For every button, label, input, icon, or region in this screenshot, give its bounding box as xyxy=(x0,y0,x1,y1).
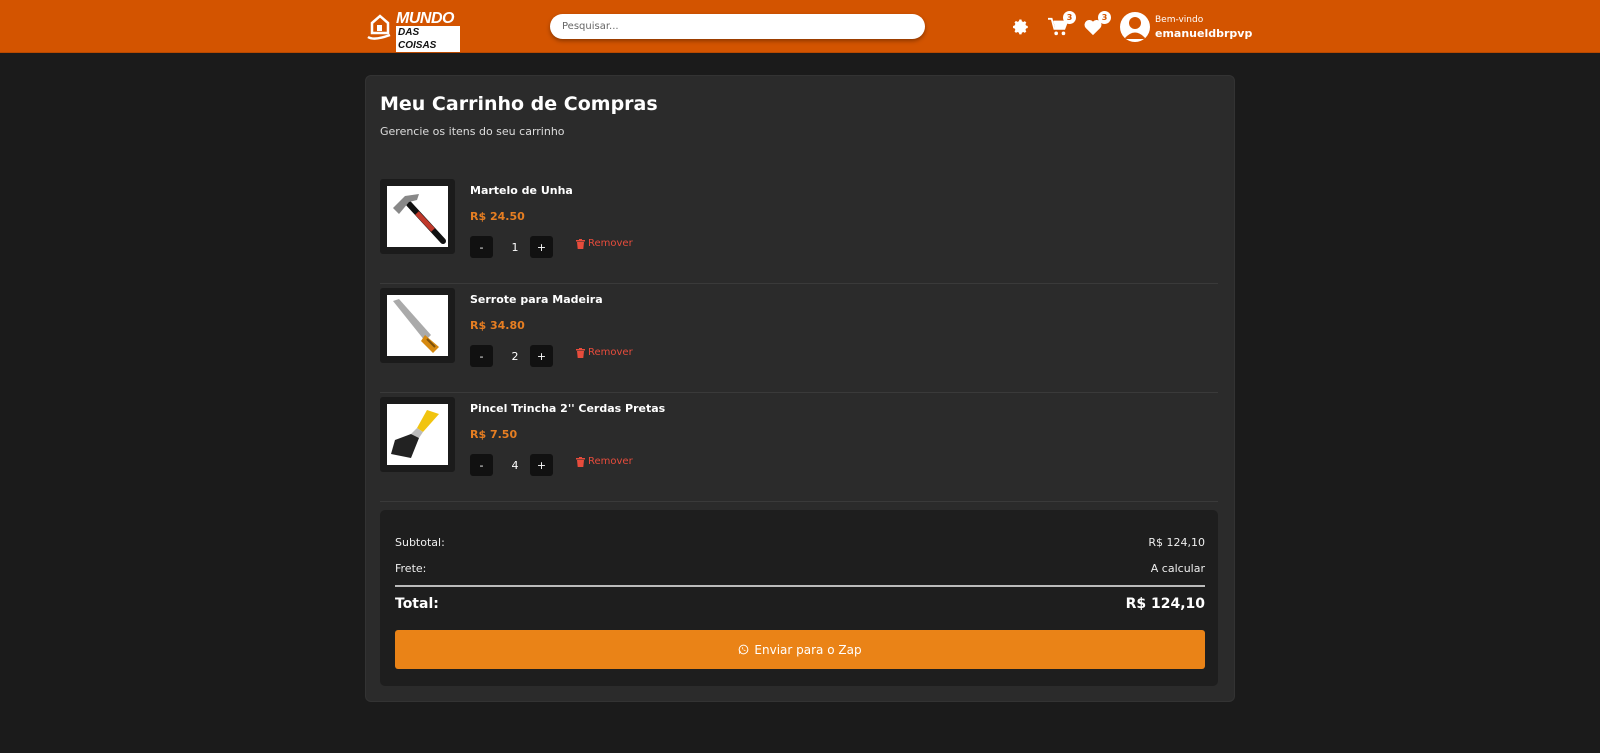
favorites-count-badge: 3 xyxy=(1098,11,1111,24)
cart-item: Serrote para Madeira R$ 34.80 - 2 + Remo… xyxy=(380,284,1218,393)
trash-icon xyxy=(576,347,585,358)
shipping-row: Frete: A calcular xyxy=(395,562,1205,575)
subtotal-row: Subtotal: R$ 124,10 xyxy=(395,536,1205,549)
product-name: Pincel Trincha 2'' Cerdas Pretas xyxy=(470,402,666,415)
heart-icon[interactable]: 3 xyxy=(1081,11,1111,39)
product-price: R$ 24.50 xyxy=(470,210,525,223)
product-thumbnail[interactable] xyxy=(380,397,455,472)
total-row: Total: R$ 124,10 xyxy=(395,596,1205,612)
increase-qty-button[interactable]: + xyxy=(530,345,553,367)
hammer-image xyxy=(393,194,446,244)
username: emanueldbrpvp xyxy=(1155,27,1253,40)
logo-line2: DAS COISAS xyxy=(396,26,460,52)
total-value: R$ 124,10 xyxy=(1125,596,1205,612)
avatar[interactable] xyxy=(1120,12,1150,42)
search-input[interactable] xyxy=(550,14,925,39)
welcome-text: Bem-vindo xyxy=(1155,15,1204,25)
brush-image xyxy=(391,410,439,458)
trash-icon xyxy=(576,238,585,249)
decrease-qty-button[interactable]: - xyxy=(470,454,493,476)
shipping-label: Frete: xyxy=(395,562,427,575)
quantity-value: 2 xyxy=(511,349,519,363)
quantity-value: 4 xyxy=(511,458,519,472)
site-logo[interactable]: MUNDO DAS COISAS xyxy=(364,10,460,52)
increase-qty-button[interactable]: + xyxy=(530,236,553,258)
logo-line1: MUNDO xyxy=(396,10,454,27)
summary-divider xyxy=(395,585,1205,587)
send-button-label: Enviar para o Zap xyxy=(754,642,862,657)
quantity-value: 1 xyxy=(511,240,519,254)
shipping-value: A calcular xyxy=(1150,562,1205,575)
gear-icon[interactable] xyxy=(1009,15,1033,39)
product-name: Martelo de Unha xyxy=(470,184,573,197)
decrease-qty-button[interactable]: - xyxy=(470,345,493,367)
house-logo-icon xyxy=(367,14,391,40)
total-label: Total: xyxy=(395,596,439,612)
remove-label: Remover xyxy=(588,347,633,358)
product-price: R$ 7.50 xyxy=(470,428,518,441)
top-navbar: MUNDO DAS COISAS 3 3 Bem-vindo emanueldb… xyxy=(0,0,1600,53)
trash-icon xyxy=(576,456,585,467)
cart-item: Martelo de Unha R$ 24.50 - 1 + Remover xyxy=(380,175,1218,284)
page-title: Meu Carrinho de Compras xyxy=(380,93,658,115)
saw-image xyxy=(393,299,439,353)
remove-button[interactable]: Remover xyxy=(576,238,633,249)
cart-card: Meu Carrinho de Compras Gerencie os iten… xyxy=(365,75,1235,702)
cart-icon[interactable]: 3 xyxy=(1046,11,1076,39)
product-name: Serrote para Madeira xyxy=(470,293,603,306)
subtotal-label: Subtotal: xyxy=(395,536,445,549)
increase-qty-button[interactable]: + xyxy=(530,454,553,476)
order-summary: Subtotal: R$ 124,10 Frete: A calcular To… xyxy=(380,510,1218,686)
remove-label: Remover xyxy=(588,456,633,467)
product-price: R$ 34.80 xyxy=(470,319,525,332)
decrease-qty-button[interactable]: - xyxy=(470,236,493,258)
subtotal-value: R$ 124,10 xyxy=(1148,536,1205,549)
remove-label: Remover xyxy=(588,238,633,249)
send-whatsapp-button[interactable]: Enviar para o Zap xyxy=(395,630,1205,669)
page-subtitle: Gerencie os itens do seu carrinho xyxy=(380,125,565,138)
product-thumbnail[interactable] xyxy=(380,288,455,363)
remove-button[interactable]: Remover xyxy=(576,456,633,467)
user-icon xyxy=(1124,17,1146,39)
product-thumbnail[interactable] xyxy=(380,179,455,254)
cart-item: Pincel Trincha 2'' Cerdas Pretas R$ 7.50… xyxy=(380,393,1218,502)
whatsapp-icon xyxy=(739,644,749,655)
remove-button[interactable]: Remover xyxy=(576,347,633,358)
user-info[interactable]: Bem-vindo emanueldbrpvp xyxy=(1155,13,1252,41)
cart-count-badge: 3 xyxy=(1063,11,1076,24)
